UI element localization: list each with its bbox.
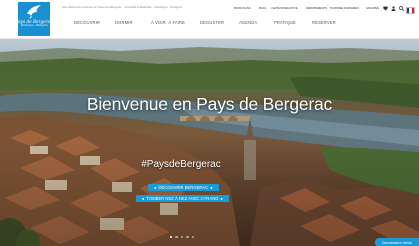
site-header: Pays de Bergerac Dordogne - Périgord Sit… [0,0,419,39]
cta-bullet-icon: ● [220,196,223,201]
hero-photo-bergerac [0,38,419,246]
nav-decouvrir[interactable]: DÉCOUVRIR [74,20,100,25]
nav-deguster[interactable]: DÉGUSTER [200,20,224,25]
nav-dormir[interactable]: DORMIR [115,20,133,25]
carousel-dot[interactable] [191,235,194,238]
utility-nav: BONS PLANS BLOG CARTE INTERACTIVE DÉPART… [228,7,418,13]
hero-title: Bienvenue en Pays de Bergerac [86,94,333,114]
nav-a-voir-a-faire[interactable]: À VOIR, À FAIRE [151,20,185,25]
carousel-dots [170,225,197,238]
user-icon[interactable] [391,6,396,11]
logo-text-line2: Dordogne - Périgord [20,24,48,28]
util-link-blog[interactable]: BLOG [259,7,266,10]
util-link-bons-plans[interactable]: BONS PLANS [234,7,251,10]
carousel-dot[interactable] [175,235,178,238]
util-link-carte[interactable]: CARTE INTERACTIVE [271,7,298,10]
cta-cyrano-label: TOMBER NEZ À NEZ AVEC CYRANO [146,196,219,201]
cta-decouvrir-bergerac[interactable]: ● DÉCOUVRIR BERGERAC ● [148,184,219,191]
hero-banner: Bienvenue en Pays de Bergerac #PaysdeBer… [0,38,419,246]
main-nav: DÉCOUVRIR DORMIR À VOIR, À FAIRE DÉGUSTE… [60,20,360,28]
request-quote-button[interactable]: Demandez devis [375,238,419,246]
site-tagline: Site officiel du tourisme en Pays de Ber… [62,5,182,9]
language-flag-icon[interactable] [406,7,415,14]
heart-icon[interactable] [383,6,388,11]
hero-hashtag: #PaysdeBergerac [141,159,221,170]
carousel-dot[interactable] [186,235,189,238]
bird-logo-icon [27,5,41,19]
util-link-departements[interactable]: DÉPARTEMENTS · TOURISME D'AFFAIRES [306,7,359,10]
util-link-groupes[interactable]: GROUPES [366,7,379,10]
cta-cyrano[interactable]: ● TOMBER NEZ À NEZ AVEC CYRANO ● [136,195,229,202]
site-logo[interactable]: Pays de Bergerac Dordogne - Périgord [15,2,53,36]
cta-bullet-icon: ● [154,185,157,190]
nav-agenda[interactable]: AGENDA [239,20,257,25]
nav-reserver[interactable]: RÉSERVER [312,20,336,25]
nav-pratique[interactable]: PRATIQUE [274,20,296,25]
cta-bullet-icon: ● [142,196,145,201]
search-icon[interactable] [399,6,404,11]
cta-decouvrir-label: DÉCOUVRIR BERGERAC [158,185,209,190]
cta-bullet-icon: ● [210,185,213,190]
